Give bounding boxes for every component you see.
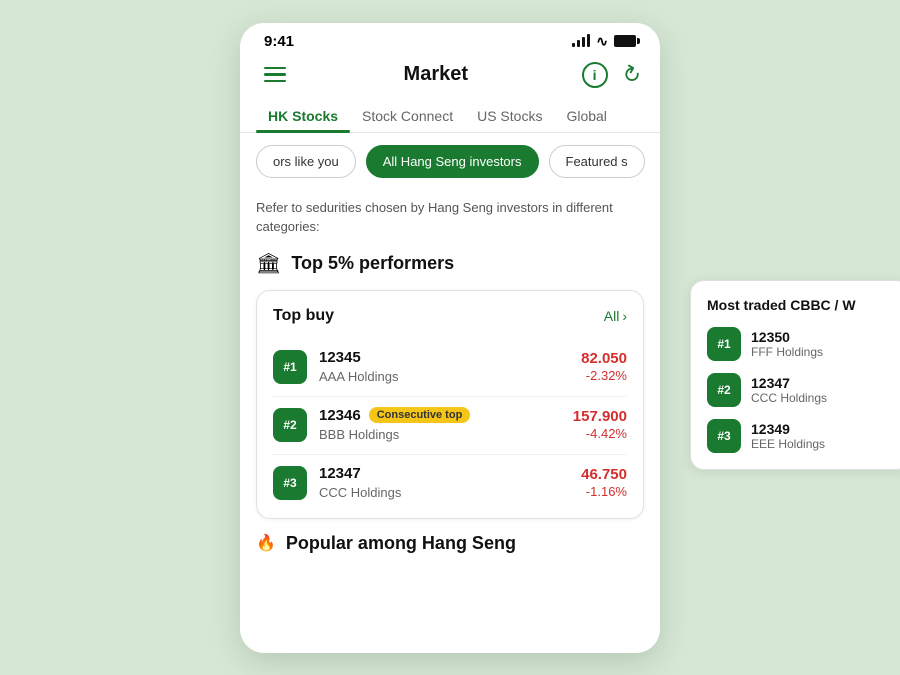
side-rank-badge-1: #1 <box>707 327 741 361</box>
stock-row-1[interactable]: #1 12345 AAA Holdings 82.050 -2.32% <box>273 339 627 397</box>
top-performers-header: 🏛 Top 5% performers <box>256 251 644 276</box>
wifi-icon: ∿ <box>596 33 608 50</box>
battery-icon <box>614 35 636 47</box>
stock-info-3: 12347 CCC Holdings <box>319 465 569 502</box>
popular-section: 🔥 Popular among Hang Seng <box>256 533 644 554</box>
side-panel-card: Most traded CBBC / W #1 12350 FFF Holdin… <box>690 280 900 470</box>
time-display: 9:41 <box>264 33 294 50</box>
subtitle-text: Refer to sedurities chosen by Hang Seng … <box>256 190 644 251</box>
fire-icon: 🔥 <box>256 533 276 553</box>
tab-hk-stocks[interactable]: HK Stocks <box>256 100 350 132</box>
side-rank-badge-2: #2 <box>707 373 741 407</box>
side-stock-info-2: 12347 CCC Holdings <box>751 375 827 405</box>
content-area: Refer to sedurities chosen by Hang Seng … <box>240 190 660 653</box>
status-icons: ∿ <box>572 33 636 50</box>
tab-stock-connect[interactable]: Stock Connect <box>350 100 465 132</box>
top-performers-title: Top 5% performers <box>291 253 454 274</box>
stock-info-1: 12345 AAA Holdings <box>319 349 569 386</box>
tab-us-stocks[interactable]: US Stocks <box>465 100 554 132</box>
phone-frame: 9:41 ∿ Market i ↻ HK Stocks Stock Connec… <box>240 23 660 653</box>
consecutive-badge: Consecutive top <box>369 407 471 423</box>
stock-price-1: 82.050 -2.32% <box>581 350 627 385</box>
chevron-right-icon: › <box>622 308 627 324</box>
side-stock-row-2[interactable]: #2 12347 CCC Holdings <box>707 373 893 407</box>
side-stock-info-1: 12350 FFF Holdings <box>751 329 823 359</box>
rank-badge-3: #3 <box>273 466 307 500</box>
stock-price-2: 157.900 -4.42% <box>573 408 627 443</box>
refresh-icon[interactable]: ↻ <box>616 59 645 91</box>
side-stock-info-3: 12349 EEE Holdings <box>751 421 825 451</box>
stock-company-2: BBB Holdings <box>319 427 399 442</box>
signal-icon <box>572 35 590 47</box>
all-link[interactable]: All › <box>604 308 627 324</box>
popular-title: Popular among Hang Seng <box>286 533 516 554</box>
info-icon[interactable]: i <box>582 62 608 88</box>
filter-btn-featured[interactable]: Featured s <box>549 145 645 178</box>
app-header: Market i ↻ <box>240 54 660 100</box>
trophy-icon: 🏛 <box>256 251 281 276</box>
rank-badge-1: #1 <box>273 350 307 384</box>
menu-icon[interactable] <box>260 63 290 87</box>
stock-company-3: CCC Holdings <box>319 485 401 500</box>
card-header: Top buy All › <box>273 307 627 325</box>
stock-code-2: 12346 <box>319 407 361 424</box>
tab-global[interactable]: Global <box>554 100 618 132</box>
page-title: Market <box>404 63 468 86</box>
stock-info-2: 12346 Consecutive top BBB Holdings <box>319 407 561 444</box>
tabs-row: HK Stocks Stock Connect US Stocks Global <box>240 100 660 133</box>
stock-row-3[interactable]: #3 12347 CCC Holdings 46.750 -1.16% <box>273 455 627 502</box>
side-stock-row-3[interactable]: #3 12349 EEE Holdings <box>707 419 893 453</box>
stock-price-3: 46.750 -1.16% <box>581 466 627 501</box>
filter-btn-investors-like-you[interactable]: ors like you <box>256 145 356 178</box>
status-bar: 9:41 ∿ <box>240 23 660 54</box>
side-rank-badge-3: #3 <box>707 419 741 453</box>
top-buy-title: Top buy <box>273 307 334 325</box>
side-card-title: Most traded CBBC / W <box>707 297 893 313</box>
side-stock-row-1[interactable]: #1 12350 FFF Holdings <box>707 327 893 361</box>
top-buy-card: Top buy All › #1 12345 AAA Holdings 82.0… <box>256 290 644 519</box>
stock-company-1: AAA Holdings <box>319 369 399 384</box>
stock-row-2[interactable]: #2 12346 Consecutive top BBB Holdings 15… <box>273 397 627 455</box>
header-action-icons: i ↻ <box>582 62 640 88</box>
rank-badge-2: #2 <box>273 408 307 442</box>
stock-code-3: 12347 <box>319 465 361 482</box>
filter-btn-all-hang-seng[interactable]: All Hang Seng investors <box>366 145 539 178</box>
stock-code-1: 12345 <box>319 349 361 366</box>
filter-row: ors like you All Hang Seng investors Fea… <box>240 133 660 190</box>
